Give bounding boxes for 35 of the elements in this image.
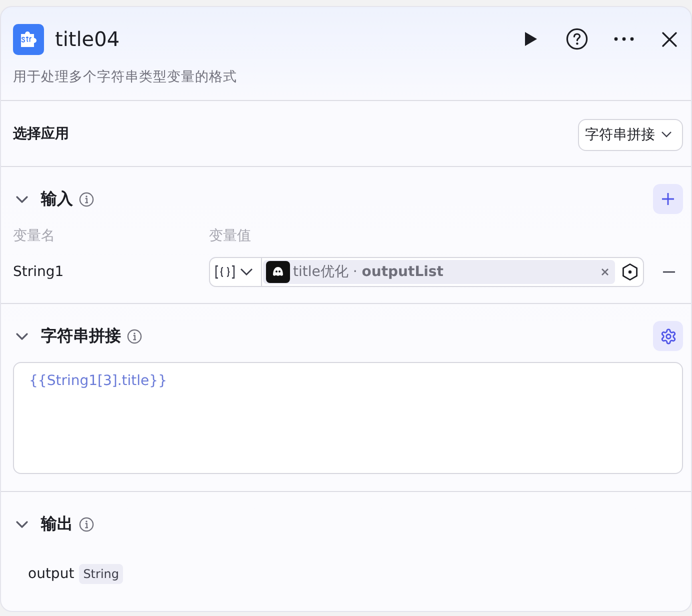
variable-picker-icon[interactable] xyxy=(621,263,639,281)
add-button[interactable] xyxy=(653,184,683,214)
close-icon xyxy=(662,32,676,46)
string-plugin-icon xyxy=(13,24,44,54)
section-title: 字符串拼接 xyxy=(41,326,121,346)
caret-icon xyxy=(661,131,672,138)
node-title: title04 xyxy=(55,27,121,51)
info-icon[interactable] xyxy=(79,192,94,206)
column-header: 变量值 xyxy=(209,227,251,245)
clear-icon[interactable] xyxy=(601,268,609,276)
reference-chip[interactable]: title优化 · outputList xyxy=(263,260,615,284)
variable-value-field[interactable]: title优化 · outputList xyxy=(209,257,644,287)
ghost-avatar-icon xyxy=(266,261,290,283)
node-description: 用于处理多个字符串类型变量的格式 xyxy=(13,68,238,87)
minus-icon xyxy=(663,271,675,273)
section-title: 输出 xyxy=(41,514,73,534)
brackets-icon xyxy=(215,265,235,279)
app-select[interactable]: 字符串拼接 xyxy=(578,118,683,150)
type-tag: String xyxy=(79,564,123,584)
output-name: output xyxy=(28,566,74,582)
more-icon xyxy=(614,37,634,41)
template-editor[interactable]: {{String1[3].title}} xyxy=(13,362,683,474)
settings-icon xyxy=(660,328,676,344)
info-icon[interactable] xyxy=(127,328,142,344)
select-app-label: 选择应用 xyxy=(13,124,69,142)
help-icon xyxy=(566,28,588,50)
reference-label: title优化 · outputList xyxy=(293,263,444,281)
column-header: 变量名 xyxy=(13,227,56,245)
play-icon xyxy=(524,31,538,47)
info-icon[interactable] xyxy=(79,516,94,532)
section-title: 输入 xyxy=(41,188,73,210)
plus-icon xyxy=(661,192,675,206)
caret-icon xyxy=(240,268,253,276)
variable-name: String1 xyxy=(13,264,65,280)
settings-button[interactable] xyxy=(653,321,683,351)
